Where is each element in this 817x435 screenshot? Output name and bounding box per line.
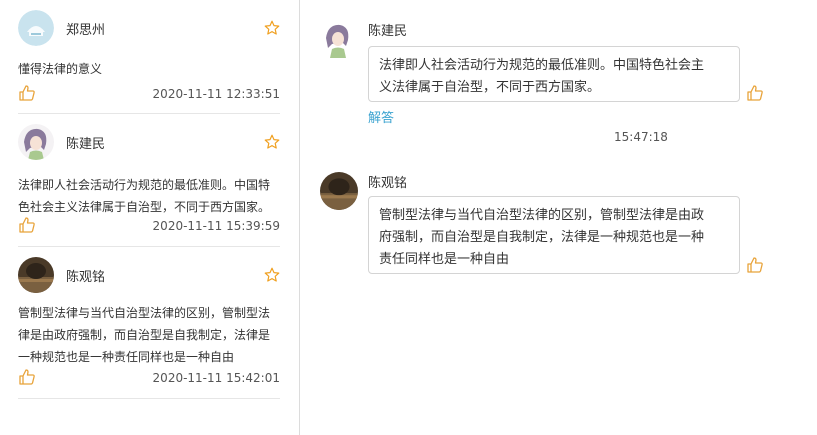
sender-name: 陈观铭 [368,176,408,191]
logo-avatar-icon [18,10,54,46]
sender-name: 陈建民 [368,24,408,39]
reply-link[interactable]: 解答 [368,107,394,126]
commenter-name: 陈观铭 [66,270,106,285]
comment-text: 法律即人社会活动行为规范的最低准则。中国特 色社会主义法律属于自治型，不同于西方… [18,174,280,218]
thumbs-up-icon[interactable] [18,368,36,386]
message-text-line: 责任同样也是一种自由 [379,252,510,267]
star-icon[interactable] [264,20,280,36]
comment-text-line: 一种规范也是一种责任同样也是一种自由 [18,350,235,364]
comment-text-line: 管制型法律与当代自治型法律的区别，管制型法 [18,306,271,320]
message-text-line: 法律即人社会活动行为规范的最低准则。中国特色社会主 [379,58,705,73]
comment-header: 郑思州 [18,10,280,50]
commenter-name: 陈建民 [66,137,106,152]
comment-footer: 2020-11-11 12:33:51 [18,84,280,104]
comment-footer: 2020-11-11 15:39:59 [18,216,280,236]
message-bubble: 管制型法律与当代自治型法律的区别，管制型法律是由政 府强制，而自治型是自我制定，… [368,196,740,274]
comment-footer: 2020-11-11 15:42:01 [18,368,280,388]
anime-girl-avatar-icon [18,124,54,160]
chat-panel: 陈建民 法律即人社会活动行为规范的最低准则。中国特色社会主 义法律属于自治型，不… [300,0,817,435]
comment-text-line: 法律即人社会活动行为规范的最低准则。中国特 [18,178,271,192]
comment-item: 陈观铭 管制型法律与当代自治型法律的区别，管制型法 律是由政府强制，而自治型是自… [18,257,280,399]
thumbs-up-icon[interactable] [746,84,764,102]
comment-text-line: 律是由政府强制，而自治型是自我制定，法律是 [18,328,271,342]
comment-timestamp: 2020-11-11 12:33:51 [152,87,280,101]
comment-header: 陈建民 [18,124,280,164]
comment-header: 陈观铭 [18,257,280,297]
comment-text: 懂得法律的意义 [18,58,280,80]
comment-text-line: 色社会主义法律属于自治型，不同于西方国家。 [18,200,271,214]
anime-girl-avatar-icon [320,20,356,58]
comment-text-line: 懂得法律的意义 [18,62,103,76]
message-timestamp: 15:47:18 [614,130,668,144]
message-text-line: 义法律属于自治型，不同于西方国家。 [379,80,601,95]
dark-photo-avatar-icon [18,257,54,293]
comment-list-panel: 郑思州 懂得法律的意义 2020-11-11 12:33:51 陈建民 法律即人… [0,0,300,435]
comment-item: 郑思州 懂得法律的意义 2020-11-11 12:33:51 [18,10,280,114]
thumbs-up-icon[interactable] [746,256,764,274]
thumbs-up-icon[interactable] [18,84,36,102]
comment-text: 管制型法律与当代自治型法律的区别，管制型法 律是由政府强制，而自治型是自我制定，… [18,302,280,368]
comment-item: 陈建民 法律即人社会活动行为规范的最低准则。中国特 色社会主义法律属于自治型，不… [18,124,280,247]
comment-timestamp: 2020-11-11 15:39:59 [152,219,280,233]
star-icon[interactable] [264,267,280,283]
message-text-line: 管制型法律与当代自治型法律的区别，管制型法律是由政 [379,208,705,223]
comment-timestamp: 2020-11-11 15:42:01 [152,371,280,385]
commenter-name: 郑思州 [66,23,106,38]
message-text-line: 府强制，而自治型是自我制定，法律是一种规范也是一种 [379,230,705,245]
thumbs-up-icon[interactable] [18,216,36,234]
dark-photo-avatar-icon [320,172,358,210]
message-bubble: 法律即人社会活动行为规范的最低准则。中国特色社会主 义法律属于自治型，不同于西方… [368,46,740,102]
star-icon[interactable] [264,134,280,150]
